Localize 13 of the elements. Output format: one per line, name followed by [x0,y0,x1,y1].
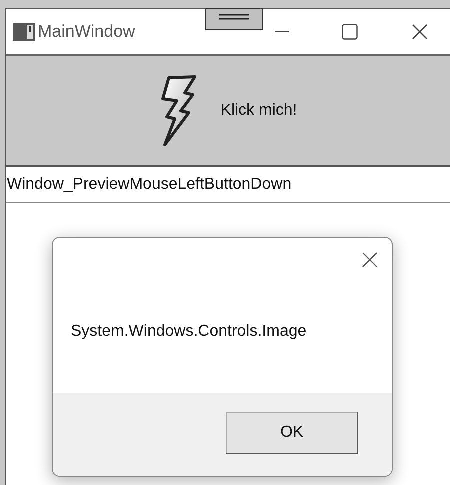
dialog-message: System.Windows.Controls.Image [71,322,307,342]
minimize-icon [275,30,289,32]
close-button[interactable] [360,250,380,270]
close-icon [412,24,428,40]
window-title: MainWindow [38,20,136,43]
ok-button[interactable]: OK [226,412,358,454]
lightning-icon [158,74,197,146]
output-text: Window_PreviewMouseLeftButtonDown [7,174,292,194]
flash-button[interactable]: Klick mich! [6,56,450,167]
close-icon [362,252,378,268]
maximize-icon [342,24,358,40]
app-icon [13,22,35,40]
grip-handle-icon [205,8,263,30]
